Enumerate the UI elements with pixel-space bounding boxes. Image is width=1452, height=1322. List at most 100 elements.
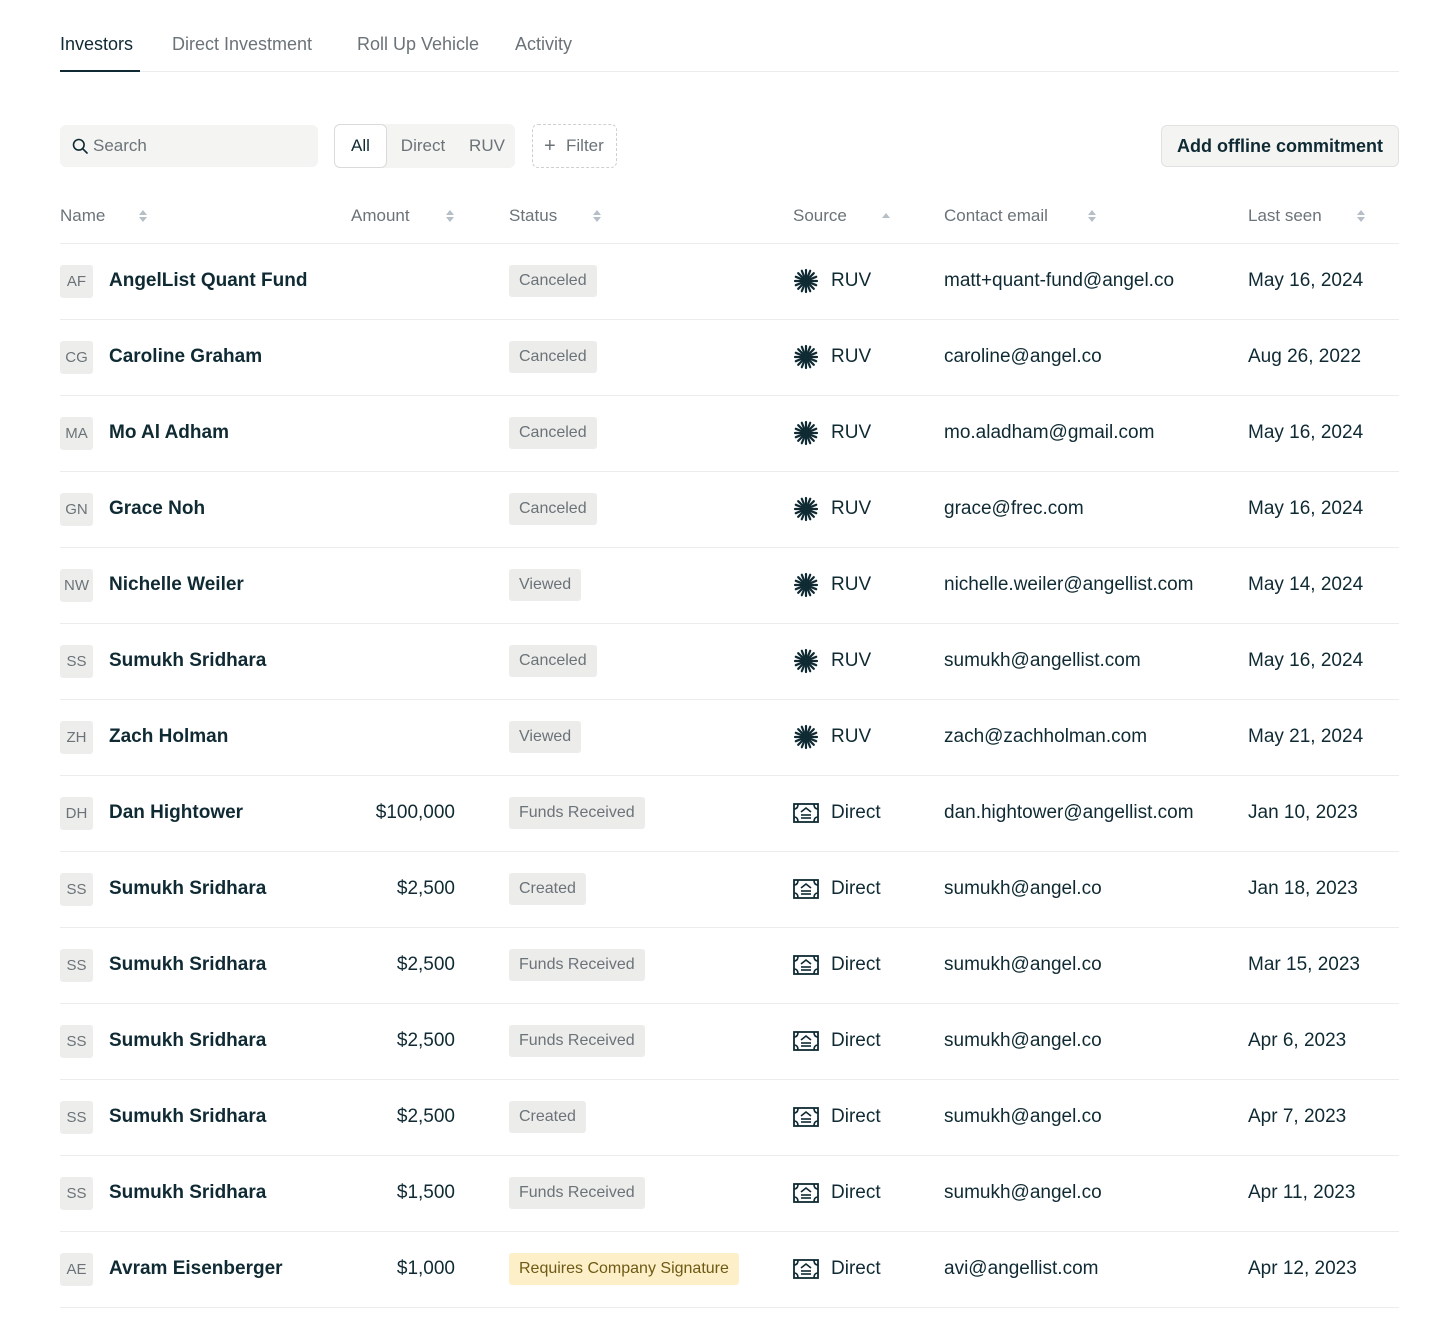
investor-name[interactable]: Sumukh Sridhara	[109, 1156, 266, 1230]
search-box[interactable]	[60, 125, 318, 167]
status-badge: Funds Received	[509, 949, 645, 981]
table-row[interactable]: AE Avram Eisenberger $1,000 Requires Compan…	[60, 1232, 1399, 1308]
investor-name[interactable]: Sumukh Sridhara	[109, 928, 266, 1002]
sort-icon[interactable]	[138, 209, 148, 223]
column-header-contact-email[interactable]: Contact email	[944, 190, 1048, 242]
status-badge: Canceled	[509, 341, 597, 373]
check-document-icon	[793, 1031, 819, 1051]
amount: $2,500	[396, 954, 455, 975]
table-row[interactable]: SS Sumukh Sridhara $2,500 Created Direct sumu…	[60, 1080, 1399, 1156]
source-label: Direct	[831, 1030, 881, 1051]
table-row[interactable]: SS Sumukh Sridhara $2,500 Funds Received Dir…	[60, 1004, 1399, 1080]
contact-email: sumukh@angel.co	[944, 1030, 1102, 1051]
investor-name[interactable]: Zach Holman	[109, 700, 228, 774]
column-header-last-seen[interactable]: Last seen	[1248, 190, 1322, 242]
source-label: RUV	[831, 422, 872, 443]
investor-name[interactable]: Caroline Graham	[109, 320, 262, 394]
last-seen: Jan 10, 2023	[1248, 802, 1358, 823]
avatar: MA	[60, 417, 93, 450]
amount: $2,500	[396, 1030, 455, 1051]
amount: $1,000	[396, 1258, 455, 1279]
last-seen: May 16, 2024	[1248, 422, 1364, 443]
source-label: RUV	[831, 270, 872, 291]
tab-roll-up-vehicle[interactable]: Roll Up Vehicle	[357, 34, 479, 55]
source-label: Direct	[831, 954, 881, 975]
table-row[interactable]: AF AngelList Quant Fund Canceled RUV matt+qu…	[60, 244, 1399, 320]
investor-name[interactable]: Mo Al Adham	[109, 396, 229, 470]
column-header-amount[interactable]: Amount	[351, 190, 410, 242]
investor-name[interactable]: Sumukh Sridhara	[109, 1004, 266, 1078]
last-seen: Apr 7, 2023	[1248, 1106, 1347, 1127]
source-label: RUV	[831, 726, 872, 747]
contact-email: mo.aladham@gmail.com	[944, 422, 1155, 443]
status-badge: Canceled	[509, 493, 597, 525]
source-label: RUV	[831, 574, 872, 595]
filter-button[interactable]: + Filter	[532, 124, 617, 168]
source-segmented-control: All Direct RUV	[334, 124, 515, 168]
status-badge: Funds Received	[509, 1177, 645, 1209]
investor-name[interactable]: Nichelle Weiler	[109, 548, 244, 622]
status-badge: Created	[509, 1101, 586, 1133]
table-row[interactable]: SS Sumukh Sridhara Canceled RUV sumukh@angel…	[60, 624, 1399, 700]
investor-name[interactable]: Sumukh Sridhara	[109, 852, 266, 926]
column-header-status[interactable]: Status	[509, 190, 557, 242]
last-seen: Apr 11, 2023	[1248, 1182, 1356, 1203]
add-offline-commitment-button[interactable]: Add offline commitment	[1161, 125, 1399, 167]
table-row[interactable]: DH Dan Hightower $100,000 Funds Received Dir…	[60, 776, 1399, 852]
last-seen: May 16, 2024	[1248, 270, 1364, 291]
segment-ruv[interactable]: RUV	[460, 124, 514, 168]
sort-icon[interactable]	[592, 209, 602, 223]
status-badge: Canceled	[509, 645, 597, 677]
source-label: RUV	[831, 498, 872, 519]
investor-name[interactable]: AngelList Quant Fund	[109, 244, 307, 318]
investor-name[interactable]: Dan Hightower	[109, 776, 243, 850]
status-badge: Funds Received	[509, 797, 645, 829]
table-row[interactable]: GN Grace Noh Canceled RUV grace@frec.com May …	[60, 472, 1399, 548]
check-document-icon	[793, 1259, 819, 1279]
contact-email: avi@angellist.com	[944, 1258, 1099, 1279]
investor-name[interactable]: Grace Noh	[109, 472, 205, 546]
tab-investors[interactable]: Investors	[60, 34, 133, 55]
table-row[interactable]: MA Mo Al Adham Canceled RUV mo.aladham@gmail…	[60, 396, 1399, 472]
avatar: SS	[60, 873, 93, 906]
segment-direct[interactable]: Direct	[392, 124, 454, 168]
status-badge: Viewed	[509, 569, 582, 601]
source-label: Direct	[831, 1106, 881, 1127]
table-row[interactable]: SS Sumukh Sridhara $2,500 Funds Received Dir…	[60, 928, 1399, 1004]
last-seen: Mar 15, 2023	[1248, 954, 1360, 975]
investor-name[interactable]: Avram Eisenberger	[109, 1232, 283, 1306]
status-badge: Canceled	[509, 265, 597, 297]
sort-icon[interactable]	[1356, 209, 1366, 223]
contact-email: matt+quant-fund@angel.co	[944, 270, 1175, 291]
amount: $2,500	[396, 878, 455, 899]
investor-name[interactable]: Sumukh Sridhara	[109, 624, 266, 698]
contact-email: dan.hightower@angellist.com	[944, 802, 1194, 823]
source-label: Direct	[831, 802, 881, 823]
sort-icon[interactable]	[1087, 209, 1097, 223]
table-row[interactable]: NW Nichelle Weiler Viewed RUV nichelle.weile…	[60, 548, 1399, 624]
avatar: ZH	[60, 721, 93, 754]
tab-activity[interactable]: Activity	[515, 34, 572, 55]
table-row[interactable]: SS Sumukh Sridhara $2,500 Created Direct sumu…	[60, 852, 1399, 928]
source-label: RUV	[831, 650, 872, 671]
contact-email: sumukh@angel.co	[944, 878, 1102, 899]
table-row[interactable]: ZH Zach Holman Viewed RUV zach@zachholman.co…	[60, 700, 1399, 776]
column-header-name[interactable]: Name	[60, 190, 105, 242]
sort-icon[interactable]	[445, 209, 455, 223]
search-input[interactable]	[93, 125, 313, 167]
segment-all[interactable]: All	[334, 124, 387, 168]
filter-label: Filter	[566, 136, 604, 155]
column-header-source[interactable]: Source	[793, 190, 847, 242]
sparkle-icon	[793, 268, 819, 294]
last-seen: Jan 18, 2023	[1248, 878, 1358, 899]
table-row[interactable]: SS Sumukh Sridhara $1,500 Funds Received Dir…	[60, 1156, 1399, 1232]
investor-name[interactable]: Sumukh Sridhara	[109, 1080, 266, 1154]
active-tab-indicator	[60, 70, 140, 72]
avatar: SS	[60, 949, 93, 982]
avatar: GN	[60, 493, 93, 526]
amount: $1,500	[396, 1182, 455, 1203]
sort-ascending-icon[interactable]	[881, 209, 891, 223]
table-row[interactable]: CG Caroline Graham Canceled RUV caroline@ang…	[60, 320, 1399, 396]
contact-email: zach@zachholman.com	[944, 726, 1148, 747]
tab-direct-investment[interactable]: Direct Investment	[172, 34, 312, 55]
